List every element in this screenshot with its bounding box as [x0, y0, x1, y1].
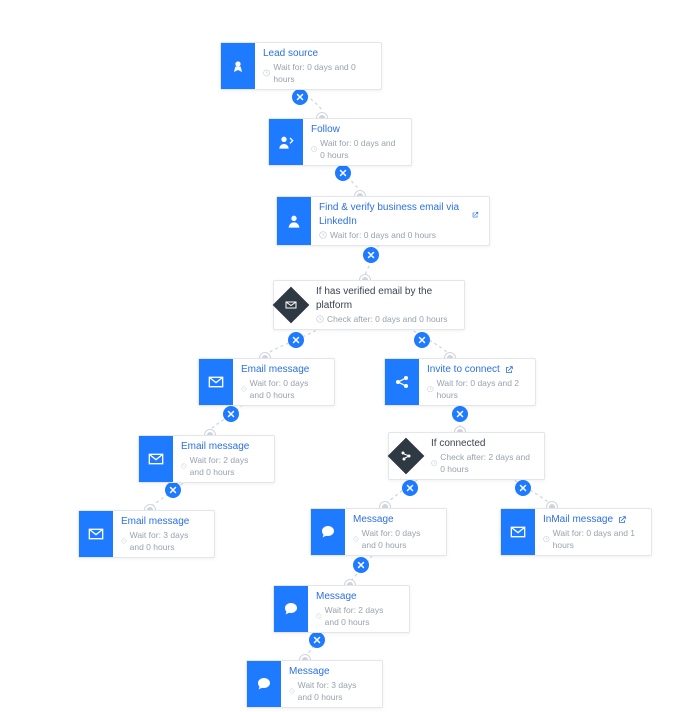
node-invite-connect[interactable]: Invite to connect Wait for: 0 days and 2… [384, 358, 536, 406]
badge-icon [221, 43, 255, 89]
delete-edge-button[interactable] [414, 332, 430, 348]
node-title: Follow [311, 123, 401, 137]
clock-icon [181, 462, 187, 470]
clock-icon [543, 535, 550, 543]
node-subtitle: Wait for: 0 days and 0 hours [311, 137, 401, 161]
share-icon [385, 359, 419, 405]
node-find-verify-email[interactable]: Find & verify business email via LinkedI… [276, 196, 490, 246]
node-email-message-2[interactable]: Email message Wait for: 2 days and 0 hou… [138, 435, 275, 483]
flow-canvas: Lead source Wait for: 0 days and 0 hours… [0, 0, 699, 712]
clock-icon [431, 459, 437, 467]
clock-icon [121, 537, 127, 545]
node-title: Email message [121, 515, 204, 529]
envelope-icon [501, 509, 535, 555]
node-message-1[interactable]: Message Wait for: 0 days and 0 hours [310, 508, 447, 556]
node-title: Email message [241, 363, 324, 377]
node-title: If connected [431, 437, 534, 451]
delete-edge-button[interactable] [452, 406, 468, 422]
node-subtitle: Wait for: 2 days and 0 hours [316, 604, 399, 628]
node-subtitle: Wait for: 0 days and 0 hours [353, 527, 436, 551]
envelope-icon [79, 511, 113, 557]
clock-icon [353, 535, 359, 543]
delete-edge-button[interactable] [288, 332, 304, 348]
delete-edge-button[interactable] [515, 480, 531, 496]
external-link-icon[interactable] [617, 515, 627, 525]
node-condition-connected[interactable]: If connected Check after: 2 days and 0 h… [388, 432, 545, 480]
node-title: Lead source [263, 47, 371, 61]
node-email-message-1[interactable]: Email message Wait for: 0 days and 0 hou… [198, 358, 335, 406]
delete-edge-button[interactable] [335, 165, 351, 181]
clock-icon [316, 612, 322, 620]
external-link-icon[interactable] [504, 365, 514, 375]
node-title: If has verified email by the platform [316, 285, 454, 313]
node-subtitle: Check after: 2 days and 0 hours [431, 451, 534, 475]
node-follow[interactable]: Follow Wait for: 0 days and 0 hours [268, 118, 412, 166]
node-subtitle: Wait for: 0 days and 2 hours [427, 377, 525, 401]
envelope-icon [139, 436, 173, 482]
node-email-message-3[interactable]: Email message Wait for: 3 days and 0 hou… [78, 510, 215, 558]
external-link-icon[interactable] [471, 210, 479, 220]
clock-icon [263, 69, 270, 77]
node-condition-verified-email[interactable]: If has verified email by the platform Ch… [273, 280, 465, 330]
person-icon [277, 197, 311, 245]
condition-icon [388, 438, 425, 475]
envelope-icon [199, 359, 233, 405]
node-title: Message [289, 665, 372, 679]
clock-icon [311, 145, 317, 153]
node-subtitle: Wait for: 0 days and 0 hours [263, 61, 371, 85]
delete-edge-button[interactable] [402, 480, 418, 496]
node-subtitle: Wait for: 3 days and 0 hours [289, 679, 372, 703]
clock-icon [289, 687, 295, 695]
node-title: Message [353, 513, 436, 527]
chat-icon [311, 509, 345, 555]
condition-icon [273, 287, 310, 324]
clock-icon [319, 231, 327, 239]
node-subtitle: Check after: 0 days and 0 hours [316, 313, 454, 325]
node-subtitle: Wait for: 0 days and 0 hours [319, 229, 479, 241]
delete-edge-button[interactable] [223, 406, 239, 422]
node-inmail-message[interactable]: InMail message Wait for: 0 days and 1 ho… [500, 508, 652, 556]
delete-edge-button[interactable] [353, 557, 369, 573]
delete-edge-button[interactable] [309, 632, 325, 648]
node-subtitle: Wait for: 3 days and 0 hours [121, 529, 204, 553]
clock-icon [316, 315, 324, 323]
node-title: Invite to connect [427, 363, 525, 377]
clock-icon [241, 385, 247, 393]
delete-edge-button[interactable] [363, 247, 379, 263]
node-lead-source[interactable]: Lead source Wait for: 0 days and 0 hours [220, 42, 382, 90]
clock-icon [427, 385, 434, 393]
node-subtitle: Wait for: 2 days and 0 hours [181, 454, 264, 478]
node-subtitle: Wait for: 0 days and 0 hours [241, 377, 324, 401]
chat-icon [274, 586, 308, 632]
node-subtitle: Wait for: 0 days and 1 hours [543, 527, 641, 551]
node-title: InMail message [543, 513, 641, 527]
delete-edge-button[interactable] [165, 482, 181, 498]
chat-icon [247, 661, 281, 707]
node-message-3[interactable]: Message Wait for: 3 days and 0 hours [246, 660, 383, 708]
node-title: Message [316, 590, 399, 604]
follow-icon [269, 119, 303, 165]
node-message-2[interactable]: Message Wait for: 2 days and 0 hours [273, 585, 410, 633]
delete-edge-button[interactable] [292, 89, 308, 105]
node-title: Find & verify business email via LinkedI… [319, 201, 479, 229]
node-title: Email message [181, 440, 264, 454]
